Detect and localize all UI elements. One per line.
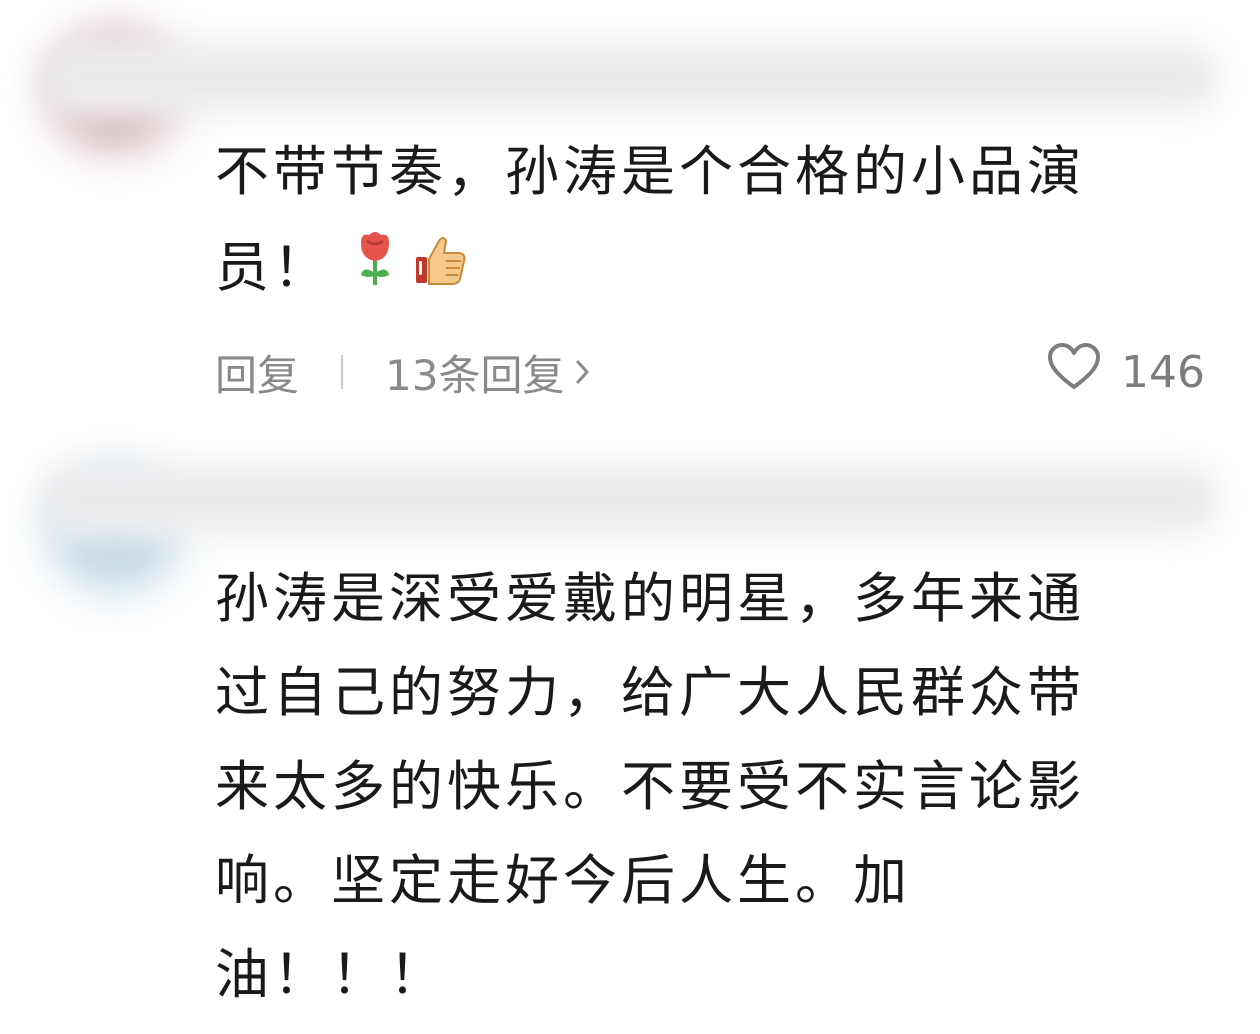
rose-icon xyxy=(353,223,397,319)
comment-line: 不带节奏，孙涛是个合格的小品演 xyxy=(215,140,1085,203)
comment-line: 员！ xyxy=(215,236,331,299)
heart-icon xyxy=(1047,343,1101,401)
comment-line: 过自己的努力，给广大人民群众带 xyxy=(215,661,1085,724)
comment-text: 孙涛是深受爱戴的明星，多年来通 过自己的努力，给广大人民群众带 来太多的快乐。不要受… xyxy=(215,552,1205,1022)
divider xyxy=(341,355,344,389)
comment-actions: 回复 13条回复 146 xyxy=(215,340,1205,404)
username-redacted xyxy=(40,38,1220,118)
like-button[interactable]: 146 xyxy=(1047,343,1205,401)
view-replies-link[interactable]: 13条回复 xyxy=(385,342,592,403)
replies-count-label: 13条回复 xyxy=(385,350,565,400)
comment-item: 孙涛是深受爱戴的明星，多年来通 过自己的努力，给广大人民群众带 来太多的快乐。不要受… xyxy=(0,430,1260,1034)
comment-line: 来太多的快乐。不要受不实言论影 xyxy=(215,755,1085,818)
chevron-right-icon xyxy=(574,348,592,397)
comment-line: 响。坚定走好今后人生。加 xyxy=(215,849,911,912)
reply-button[interactable]: 回复 xyxy=(215,342,299,403)
comment-item: 不带节奏，孙涛是个合格的小品演 员！ 回复 13条回复 146 xyxy=(0,0,1260,430)
comment-line: 孙涛是深受爱戴的明星，多年来通 xyxy=(215,567,1085,630)
like-count: 146 xyxy=(1121,346,1205,398)
username-redacted xyxy=(40,460,1220,540)
thumbs-up-icon xyxy=(413,223,469,319)
comment-line: 油！！！ xyxy=(215,943,447,1006)
comment-text: 不带节奏，孙涛是个合格的小品演 员！ xyxy=(215,124,1205,319)
